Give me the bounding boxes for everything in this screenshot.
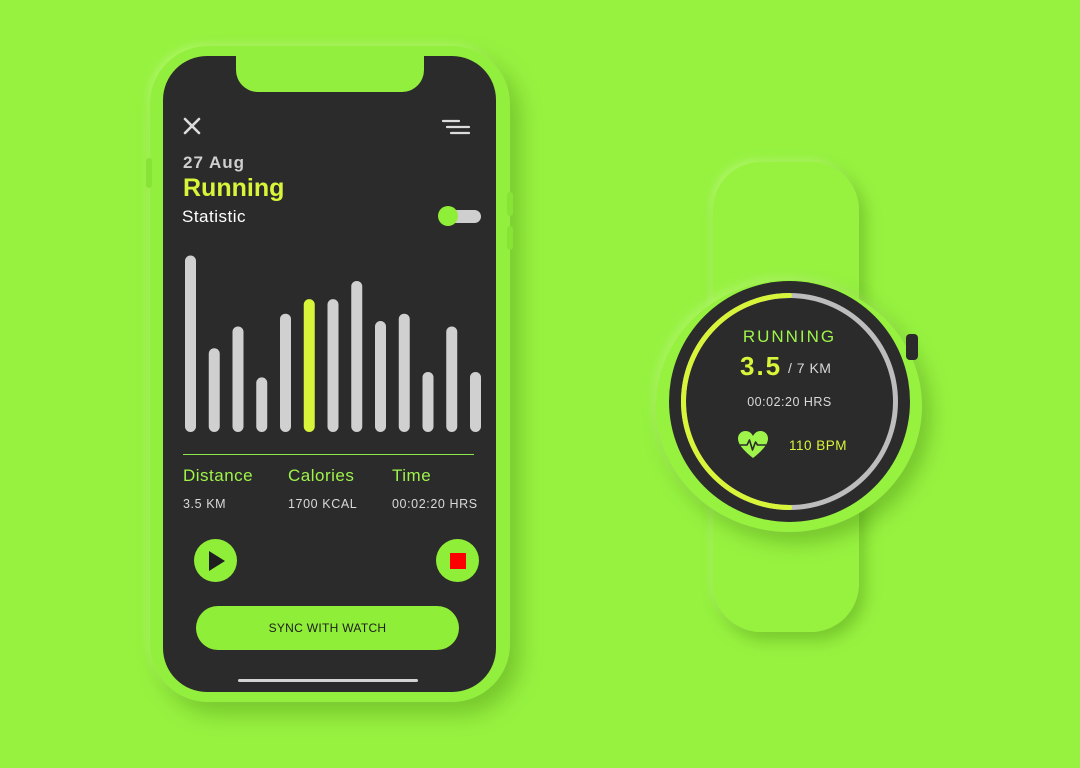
chart-bar-13 bbox=[470, 371, 481, 432]
watch-distance-goal: / 7 KM bbox=[788, 360, 832, 376]
chart-bar-8 bbox=[351, 280, 363, 432]
phone-notch bbox=[236, 56, 424, 92]
toggle-knob bbox=[438, 206, 458, 226]
statistic-bar-chart bbox=[185, 255, 481, 432]
stats-divider bbox=[183, 454, 474, 455]
activity-title: Running bbox=[183, 174, 285, 202]
chart-bar-12 bbox=[446, 326, 458, 432]
time-value: 00:02:20 HRS bbox=[392, 497, 478, 511]
menu-icon[interactable] bbox=[441, 119, 471, 135]
stop-button[interactable] bbox=[436, 539, 479, 582]
stop-icon bbox=[449, 552, 466, 569]
date-label: 27 Aug bbox=[183, 153, 246, 172]
phone-volume-up-button bbox=[507, 192, 513, 216]
chart-bar-11 bbox=[422, 371, 434, 432]
distance-value: 3.5 KM bbox=[183, 497, 227, 511]
time-label: Time bbox=[392, 466, 432, 485]
sync-with-watch-button[interactable]: SYNC WITH WATCH bbox=[196, 606, 459, 650]
statistic-toggle[interactable] bbox=[438, 206, 481, 226]
calories-value: 1700 KCAL bbox=[288, 497, 358, 511]
statistic-label: Statistic bbox=[182, 207, 247, 226]
close-icon[interactable] bbox=[182, 116, 202, 136]
chart-bar-7 bbox=[327, 299, 339, 432]
watch-time-value: 00:02:20 HRS bbox=[747, 395, 832, 409]
play-button[interactable] bbox=[194, 539, 237, 582]
watch-face: RUNNING 3.5 / 7 KM 00:02:20 HRS 110 BPM bbox=[669, 281, 910, 522]
chart-bar-2 bbox=[208, 348, 220, 432]
watch-bpm-value: 110 BPM bbox=[789, 438, 848, 453]
chart-bar-10 bbox=[398, 313, 410, 432]
distance-label: Distance bbox=[183, 466, 254, 485]
chart-bar-9 bbox=[375, 320, 386, 432]
chart-bar-1 bbox=[185, 255, 196, 432]
chart-bar-3 bbox=[232, 326, 244, 432]
chart-bar-4 bbox=[256, 377, 268, 432]
watch-activity-title: RUNNING bbox=[742, 327, 837, 346]
watch-distance-value: 3.5 bbox=[740, 351, 783, 381]
phone-volume-down-button bbox=[507, 226, 513, 250]
calories-label: Calories bbox=[288, 466, 355, 485]
chart-bar-6 bbox=[303, 299, 315, 432]
chart-bar-5 bbox=[280, 313, 291, 432]
heart-rate-icon bbox=[738, 431, 768, 458]
phone-screen: 27 Aug Running Statistic Distance 3.5 KM… bbox=[163, 56, 496, 692]
play-icon bbox=[208, 550, 225, 571]
home-indicator[interactable] bbox=[238, 679, 418, 682]
phone-side-button bbox=[146, 158, 152, 188]
